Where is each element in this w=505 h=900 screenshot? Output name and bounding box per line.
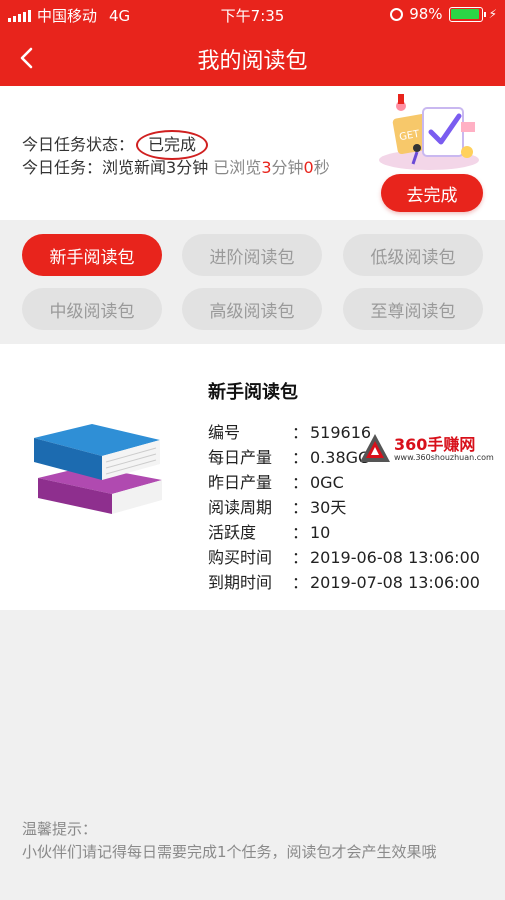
battery-percent: 98%	[409, 5, 443, 23]
tab-package-2[interactable]: 低级阅读包	[343, 234, 483, 276]
tab-package-1[interactable]: 进阶阅读包	[182, 234, 322, 276]
tab-package-3[interactable]: 中级阅读包	[22, 288, 162, 330]
task-illustration: GET	[379, 94, 479, 170]
tip-heading: 温馨提示：	[22, 820, 98, 838]
go-complete-button[interactable]: 去完成	[381, 174, 483, 212]
watermark-logo-icon	[360, 434, 390, 462]
status-bar: 中国移动 4G 下午7:35 98% ⚡	[0, 0, 505, 30]
tab-package-4[interactable]: 高级阅读包	[182, 288, 322, 330]
package-detail-card: 新手阅读包 编号： 519616 每日产量： 0.38GC 昨日产量： 0GC 阅读周…	[0, 344, 505, 610]
book-icon	[34, 424, 162, 514]
watermark-url: www.360shouzhuan.com	[394, 453, 494, 462]
nav-bar: 我的阅读包	[0, 30, 505, 86]
tab-package-5[interactable]: 至尊阅读包	[343, 288, 483, 330]
battery-icon	[448, 6, 486, 22]
info-row: 到期时间： 2019-07-08 13:06:00	[208, 573, 480, 592]
package-tabs: 新手阅读包 进阶阅读包 低级阅读包 中级阅读包 高级阅读包 至尊阅读包	[0, 220, 505, 344]
task-label: 今日任务：	[22, 158, 103, 177]
info-row: 活跃度： 10	[208, 523, 331, 542]
tab-package-0[interactable]: 新手阅读包	[22, 234, 162, 276]
task-panel: 今日任务状态： 已完成 今日任务：浏览新闻3分钟 已浏览3分钟0秒 GET 去完成	[0, 86, 505, 220]
page-title: 我的阅读包	[197, 49, 308, 74]
task-progress: 已浏览3分钟0秒	[213, 158, 330, 177]
task-desc-line: 今日任务：浏览新闻3分钟 已浏览3分钟0秒	[22, 154, 330, 178]
watermark-title: 360手赚网	[394, 435, 476, 454]
progress-seconds: 0	[303, 158, 314, 177]
info-row: 阅读周期： 30天	[208, 498, 347, 517]
tip-text: 小伙伴们请记得每日需要完成1个任务，阅读包才会产生效果哦	[22, 843, 437, 861]
info-row: 昨日产量： 0GC	[208, 473, 344, 492]
info-row: 购买时间： 2019-06-08 13:06:00	[208, 548, 480, 567]
watermark: 360手赚网 www.360shouzhuan.com	[358, 430, 504, 468]
rotation-lock-icon	[390, 7, 404, 21]
progress-minutes: 3	[261, 158, 272, 177]
charging-icon: ⚡	[488, 7, 497, 21]
task-desc: 浏览新闻3分钟	[102, 158, 209, 177]
task-status-label: 今日任务状态：	[22, 135, 135, 154]
package-title: 新手阅读包	[208, 382, 298, 403]
tip-section: 温馨提示： 小伙伴们请记得每日需要完成1个任务，阅读包才会产生效果哦	[22, 818, 492, 864]
